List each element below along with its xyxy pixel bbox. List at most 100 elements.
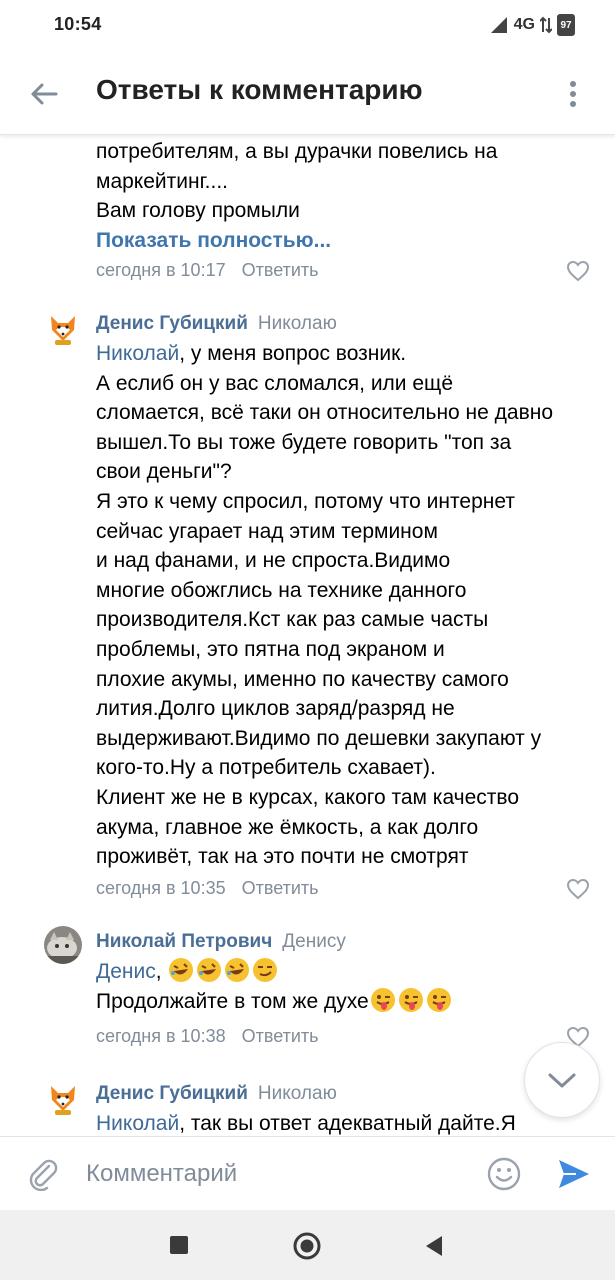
comment-time: сегодня в 10:38 — [96, 1026, 226, 1046]
smirk-emoji-icon — [253, 958, 278, 982]
status-time: 10:54 — [54, 14, 102, 34]
comment-line: Продолжайте в том же духе — [96, 989, 369, 1013]
comment-line: , так вы ответ адекватный дайте.Я — [179, 1112, 516, 1135]
comments-feed[interactable]: потребителям, а вы дурачки повелись на м… — [0, 134, 615, 1136]
comment-second-line: Продолжайте в том же духе — [96, 987, 596, 1017]
comment-time: сегодня в 10:35 — [96, 878, 226, 898]
battery-icon: 97 — [557, 14, 575, 36]
avatar[interactable] — [44, 1080, 82, 1118]
cat-avatar-icon — [44, 926, 82, 964]
comment-line: вышел.То вы тоже будете говорить "топ за — [96, 430, 512, 454]
reply-button[interactable]: Ответить — [242, 260, 319, 280]
network-type: 4G — [513, 16, 535, 33]
comment-line: плохие акумы, именно по качеству самого — [96, 667, 509, 691]
more-options-button[interactable] — [560, 76, 586, 112]
fox-avatar-icon — [44, 310, 82, 348]
rofl-emoji-icon — [169, 958, 194, 982]
comment-item: Денис Губицкий Николаю Николай, у меня во… — [0, 304, 615, 904]
smiley-icon — [487, 1157, 521, 1191]
comment-line: сломается, всё таки он относительно не д… — [96, 401, 554, 425]
chevron-down-icon — [548, 1073, 576, 1088]
comment-line: проблемы, это пятна под экраном и — [96, 637, 445, 661]
comment-text: Николай, у меня вопрос возник. А еслиб о… — [96, 339, 596, 872]
comment-line: Вам голову промыли — [96, 199, 300, 223]
system-nav-bar — [0, 1210, 615, 1280]
comment-line: акума, главное же ёмкость, а как долго — [96, 815, 479, 839]
comment-line: лития.Долго циклов заряд/разряд не — [96, 697, 455, 721]
paperclip-icon — [29, 1159, 58, 1192]
comment-header: Денис Губицкий Николаю — [96, 1083, 337, 1105]
comment-first-line: Денис, — [96, 957, 596, 987]
comment-author[interactable]: Денис Губицкий — [96, 1083, 248, 1104]
comment-text: Денис, Продолжайте в том же духе — [96, 957, 596, 1016]
comment-meta: сегодня в 10:35 Ответить — [96, 878, 319, 899]
winking-tongue-emoji-icon — [370, 987, 395, 1012]
comment-first-line: Николай, так вы ответ адекватный дайте.Я — [96, 1109, 596, 1136]
comment-time: сегодня в 10:17 — [96, 260, 226, 280]
comment-line: Клиент же не в курсах, какого там качест… — [96, 785, 520, 809]
attach-button[interactable] — [26, 1157, 60, 1192]
reply-to-name: Николаю — [257, 1083, 337, 1104]
mention-link[interactable]: Николай — [96, 1112, 179, 1135]
data-transfer-icon — [540, 16, 552, 34]
more-vertical-icon — [570, 81, 576, 107]
comment-item: Николай Петрович Денису Денис, Продолжайт… — [0, 922, 615, 1052]
comment-line: многие обожглись на технике данного — [96, 578, 467, 602]
comment-meta: сегодня в 10:17 Ответить — [96, 260, 319, 281]
comment-line: маркейтинг.... — [96, 169, 229, 193]
rofl-emoji-icon — [225, 958, 250, 982]
status-bar: 10:54 4G 97 — [0, 0, 615, 52]
signal-icon — [490, 17, 507, 33]
comment-line: , у меня вопрос возник. — [179, 342, 407, 365]
winking-tongue-emoji-icon — [398, 987, 423, 1012]
comment-line: потребителям, а вы дурачки повелись на — [96, 140, 498, 163]
reply-to-name: Денису — [282, 931, 346, 952]
reply-button[interactable]: Ответить — [242, 1026, 319, 1046]
reply-to-name: Николаю — [257, 313, 337, 334]
comment-line: сейчас угарает над этим термином — [96, 519, 438, 543]
send-icon — [559, 1160, 589, 1188]
avatar[interactable] — [44, 310, 82, 348]
comment-line: выдерживают.Видимо по дешевки закупают у — [96, 726, 542, 750]
comment-first-line: Николай, у меня вопрос возник. — [96, 339, 596, 369]
comment-line: , — [155, 960, 162, 983]
winking-tongue-emoji-icon — [426, 987, 451, 1012]
comment-text: Николай, так вы ответ адекватный дайте.Я — [96, 1109, 596, 1136]
comment-line: свои деньги"? — [96, 460, 232, 484]
comment-composer — [0, 1136, 615, 1211]
comment-input[interactable] — [86, 1153, 466, 1195]
app-bar: Ответы к комментарию — [0, 52, 615, 135]
comment-header: Николай Петрович Денису — [96, 931, 346, 953]
show-more-link[interactable]: Показать полностью... — [96, 226, 596, 256]
back-button[interactable] — [26, 76, 62, 112]
comment-line: и над фанами, и не спроста.Видимо — [96, 549, 451, 573]
comment-line: А еслиб он у вас сломался, или ещё — [96, 371, 454, 395]
comment-meta: сегодня в 10:38 Ответить — [96, 1026, 319, 1047]
home-circle-icon[interactable] — [293, 1232, 321, 1260]
heart-icon[interactable] — [566, 878, 590, 900]
comment-text: потребителям, а вы дурачки повелись на м… — [96, 137, 596, 255]
reply-button[interactable]: Ответить — [242, 878, 319, 898]
comment-line: Я это к чему спросил, потому что интерне… — [96, 489, 515, 513]
comment-header: Денис Губицкий Николаю — [96, 313, 337, 335]
fox-avatar-icon — [44, 1080, 82, 1118]
mention-link[interactable]: Денис — [96, 960, 156, 983]
mention-link[interactable]: Николай — [96, 342, 179, 365]
page-title: Ответы к комментарию — [96, 74, 423, 105]
comment-author[interactable]: Николай Петрович — [96, 931, 272, 952]
comment-author[interactable]: Денис Губицкий — [96, 313, 248, 334]
comment-item: Денис Губицкий Николаю Николай, так вы от… — [0, 1074, 615, 1136]
avatar[interactable] — [44, 926, 82, 964]
scroll-down-button[interactable] — [524, 1042, 600, 1118]
heart-icon[interactable] — [566, 260, 590, 282]
comment-line: кого-то.Ну а потребитель схавает). — [96, 756, 436, 780]
back-arrow-icon — [31, 83, 58, 105]
comment-line: производителя.Кст как раз самые часты — [96, 608, 489, 632]
comment-item: потребителям, а вы дурачки повелись на м… — [0, 134, 615, 294]
emoji-button[interactable] — [487, 1157, 521, 1191]
status-icons: 4G 97 — [489, 14, 575, 36]
back-triangle-icon[interactable] — [424, 1235, 444, 1257]
send-button[interactable] — [556, 1157, 592, 1191]
rofl-emoji-icon — [197, 958, 222, 982]
stop-square-icon[interactable] — [170, 1236, 188, 1254]
